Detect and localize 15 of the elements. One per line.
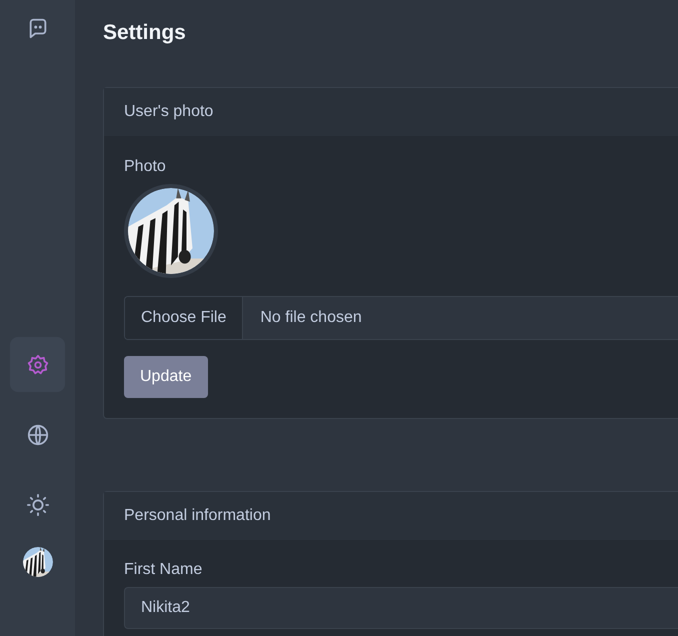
- update-button[interactable]: Update: [124, 356, 208, 398]
- avatar[interactable]: [22, 547, 52, 577]
- card-title: Personal information: [104, 492, 678, 540]
- input-field[interactable]: Nikita2: [124, 587, 678, 629]
- sun-icon: [26, 494, 48, 516]
- globe-icon: [26, 424, 48, 446]
- field-label: Photo: [124, 158, 166, 176]
- settings-icon: [26, 354, 48, 376]
- choose-file-button[interactable]: Choose File: [125, 297, 244, 339]
- file-status: No file chosen: [243, 297, 678, 339]
- file-field[interactable]: Choose File No file chosen: [124, 296, 678, 340]
- page-title: Settings: [103, 20, 187, 46]
- field-label: First Name: [124, 561, 202, 579]
- sidebar-item[interactable]: [10, 337, 65, 392]
- card-title: User's photo: [104, 88, 678, 136]
